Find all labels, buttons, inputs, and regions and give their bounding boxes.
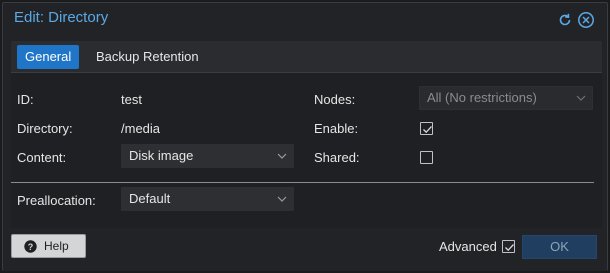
preallocation-label: Preallocation:: [17, 193, 96, 208]
dialog-titlebar[interactable]: Edit: Directory: [3, 3, 607, 35]
nodes-select[interactable]: All (No restrictions): [419, 86, 593, 110]
tab-bar: General Backup Retention: [11, 41, 602, 73]
content-select[interactable]: Disk image: [121, 144, 294, 168]
nodes-label: Nodes:: [314, 92, 356, 107]
divider: [11, 182, 594, 183]
checkmark-icon: [505, 244, 514, 252]
directory-value: /media: [121, 121, 161, 136]
close-icon[interactable]: [577, 11, 595, 29]
id-label: ID:: [17, 92, 34, 107]
dialog-footer: ? Help Advanced OK: [3, 229, 607, 271]
edit-directory-dialog: Edit: Directory General Backup Retention…: [2, 2, 608, 271]
shared-label: Shared:: [314, 150, 360, 165]
help-button-label: Help: [44, 239, 69, 253]
id-value: test: [121, 92, 142, 107]
chevron-down-icon: [277, 153, 287, 159]
directory-label: Directory:: [17, 121, 73, 136]
checkmark-icon: [423, 126, 432, 134]
general-panel: ID: test Directory: /media Content: Disk…: [11, 73, 602, 228]
shared-checkbox[interactable]: [420, 151, 433, 164]
content-label: Content:: [17, 150, 67, 165]
enable-checkbox[interactable]: [420, 122, 433, 135]
preallocation-select[interactable]: Default: [121, 187, 294, 211]
advanced-label: Advanced: [439, 239, 497, 254]
help-button[interactable]: ? Help: [11, 234, 86, 258]
svg-text:?: ?: [28, 242, 34, 252]
tab-general[interactable]: General: [17, 45, 80, 69]
preallocation-select-value: Default: [129, 191, 171, 206]
chevron-down-icon: [277, 196, 287, 202]
ok-button[interactable]: OK: [522, 235, 597, 259]
chevron-down-icon: [576, 95, 586, 101]
enable-label: Enable:: [314, 121, 359, 136]
advanced-checkbox[interactable]: [502, 240, 515, 253]
help-icon: ?: [24, 240, 37, 253]
nodes-select-placeholder: All (No restrictions): [427, 90, 537, 105]
content-select-value: Disk image: [129, 148, 194, 163]
reset-icon[interactable]: [556, 11, 574, 29]
tab-backup-retention[interactable]: Backup Retention: [88, 45, 207, 69]
dialog-title: Edit: Directory: [14, 9, 109, 26]
